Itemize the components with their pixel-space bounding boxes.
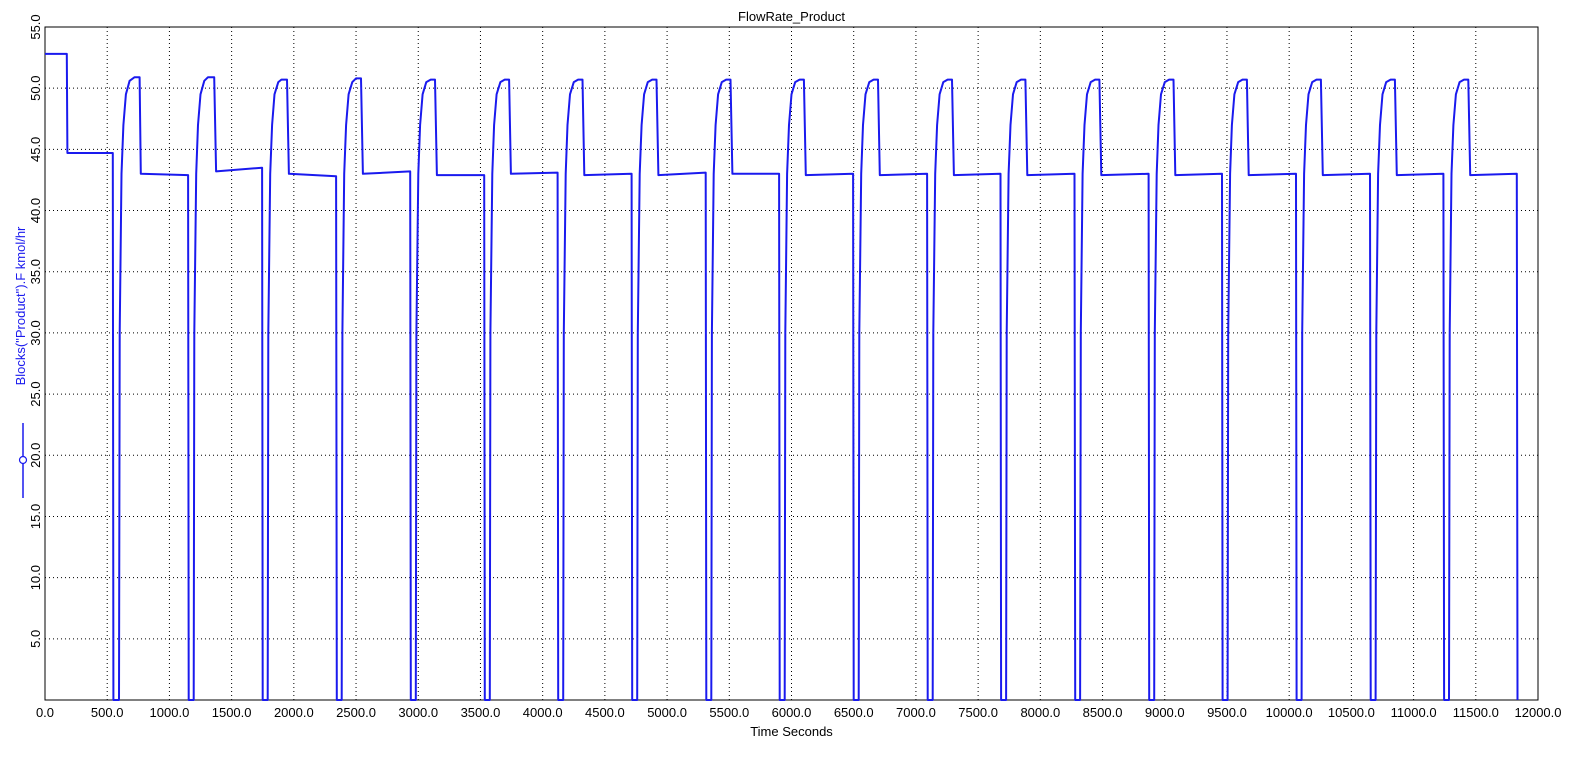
y-tick-label: 15.0: [28, 504, 43, 529]
y-tick-label: 35.0: [28, 259, 43, 284]
x-axis-label: Time Seconds: [750, 724, 833, 739]
x-tick-label: 5500.0: [709, 705, 749, 720]
y-axis-label: Blocks("Product").F kmol/hr: [13, 226, 28, 385]
x-tick-label: 9500.0: [1207, 705, 1247, 720]
y-tick-label: 10.0: [28, 565, 43, 590]
y-tick-label: 5.0: [28, 630, 43, 648]
x-tick-label: 11500.0: [1453, 705, 1499, 720]
x-tick-label: 1500.0: [212, 705, 252, 720]
y-tick-label: 30.0: [28, 320, 43, 345]
x-tick-label: 7000.0: [896, 705, 936, 720]
flowrate-chart: 0.0 500.0 1000.0 1500.0 2000.0 2500.0 3000.0 35…: [0, 0, 1594, 760]
x-tick-label: 3500.0: [461, 705, 501, 720]
x-tick-label: 7500.0: [958, 705, 998, 720]
x-tick-label: 5000.0: [647, 705, 687, 720]
x-tick-label: 8500.0: [1083, 705, 1123, 720]
x-tick-label: 500.0: [91, 705, 124, 720]
y-tick-label: 20.0: [28, 443, 43, 468]
y-tick-label: 55.0: [28, 14, 43, 39]
x-tick-label: 10000.0: [1266, 705, 1313, 720]
chart-title: FlowRate_Product: [738, 9, 845, 24]
x-tick-label: 4000.0: [523, 705, 563, 720]
x-tick-label: 10500.0: [1328, 705, 1375, 720]
x-tick-label: 9000.0: [1145, 705, 1185, 720]
x-tick-label: 6000.0: [772, 705, 812, 720]
y-tick-label: 45.0: [28, 137, 43, 162]
y-tick-label: 25.0: [28, 381, 43, 406]
legend-circle-marker: [18, 455, 28, 465]
x-tick-label: 1000.0: [150, 705, 190, 720]
x-tick-label: 12000.0: [1515, 705, 1562, 720]
x-tick-label: 2500.0: [336, 705, 376, 720]
x-tick-label: 3000.0: [398, 705, 438, 720]
x-tick-label: 11000.0: [1391, 705, 1437, 720]
y-tick-label: 40.0: [28, 198, 43, 223]
x-tick-label: 0.0: [36, 705, 54, 720]
x-tick-label: 4500.0: [585, 705, 625, 720]
y-tick-label: 50.0: [28, 76, 43, 101]
x-tick-label: 8000.0: [1020, 705, 1060, 720]
x-tick-label: 6500.0: [834, 705, 874, 720]
chart-background: [0, 0, 1594, 760]
x-tick-label: 2000.0: [274, 705, 314, 720]
